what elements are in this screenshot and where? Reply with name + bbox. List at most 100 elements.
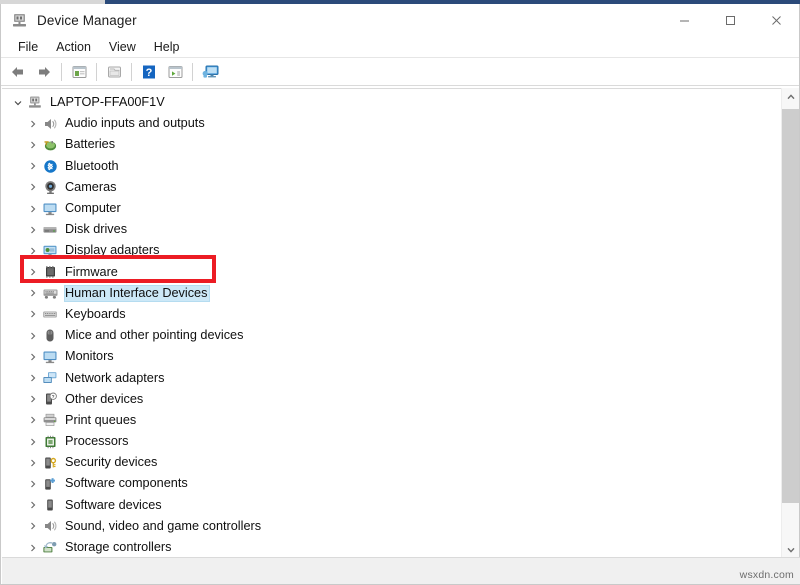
hid-icon: [41, 285, 59, 302]
tree-row-sound-video-and-game-controllers[interactable]: Sound, video and game controllers: [2, 516, 784, 537]
storage-controller-icon: [41, 539, 59, 556]
software-device-icon: [41, 497, 59, 514]
tree-item-label: Disk drives: [64, 221, 130, 238]
tree-row-disk-drives[interactable]: Disk drives: [2, 219, 784, 240]
scrollbar-thumb[interactable]: [782, 109, 799, 503]
toolbar-separator: [61, 63, 62, 81]
chevron-right-icon[interactable]: [25, 120, 41, 128]
show-hidden-devices-button[interactable]: [197, 60, 223, 84]
chevron-right-icon[interactable]: [25, 480, 41, 488]
chevron-right-icon[interactable]: [25, 544, 41, 552]
tree-row-network-adapters[interactable]: Network adapters: [2, 367, 784, 388]
tree-row-bluetooth[interactable]: Bluetooth: [2, 156, 784, 177]
battery-icon: [41, 136, 59, 153]
tree-row-display-adapters[interactable]: Display adapters: [2, 240, 784, 261]
tree-item-label: Processors: [64, 433, 131, 450]
firmware-icon: [41, 264, 59, 281]
tree-row-cameras[interactable]: Cameras: [2, 177, 784, 198]
chevron-right-icon[interactable]: [25, 247, 41, 255]
tree-row-other-devices[interactable]: ? Other devices: [2, 389, 784, 410]
chevron-right-icon[interactable]: [25, 226, 41, 234]
tree-item-label: Computer: [64, 200, 124, 217]
tree-row-computer[interactable]: Computer: [2, 198, 784, 219]
tree-row-software-components[interactable]: Software components: [2, 473, 784, 494]
chevron-right-icon[interactable]: [25, 395, 41, 403]
chevron-right-icon[interactable]: [25, 416, 41, 424]
toolbar-separator: [131, 63, 132, 81]
chevron-right-icon[interactable]: [25, 289, 41, 297]
tree-row-mice-and-other-pointing-devices[interactable]: Mice and other pointing devices: [2, 325, 784, 346]
menu-view[interactable]: View: [100, 38, 145, 56]
chevron-right-icon[interactable]: [25, 141, 41, 149]
menu-file[interactable]: File: [9, 38, 47, 56]
tree-row-firmware[interactable]: Firmware: [2, 262, 784, 283]
toolbar: ?: [1, 58, 799, 86]
menu-action[interactable]: Action: [47, 38, 100, 56]
chevron-right-icon[interactable]: [25, 310, 41, 318]
scroll-up-button[interactable]: [782, 88, 799, 105]
chevron-right-icon[interactable]: [25, 459, 41, 467]
tree-item-label: Other devices: [64, 391, 146, 408]
tree-row-keyboards[interactable]: Keyboards: [2, 304, 784, 325]
forward-button[interactable]: [31, 60, 57, 84]
tree-item-label: Software devices: [64, 497, 165, 514]
tree-row-software-devices[interactable]: Software devices: [2, 495, 784, 516]
watermark: wsxdn.com: [740, 569, 794, 581]
disk-drive-icon: [41, 221, 59, 238]
back-button[interactable]: [5, 60, 31, 84]
chevron-right-icon[interactable]: [25, 522, 41, 530]
software-component-icon: [41, 475, 59, 492]
bluetooth-icon: [41, 158, 59, 175]
window-controls: [661, 4, 799, 36]
chevron-right-icon[interactable]: [25, 353, 41, 361]
scrollbar-track[interactable]: [782, 105, 799, 541]
chevron-right-icon[interactable]: [25, 374, 41, 382]
arrow-right-icon: [35, 64, 53, 80]
vertical-scrollbar[interactable]: [781, 88, 798, 558]
maximize-button[interactable]: [707, 4, 753, 36]
menu-bar: File Action View Help: [1, 36, 799, 58]
chevron-right-icon[interactable]: [25, 501, 41, 509]
monitor-icon: [41, 200, 59, 217]
svg-text:?: ?: [146, 67, 153, 79]
update-driver-button[interactable]: [101, 60, 127, 84]
chevron-right-icon[interactable]: [25, 332, 41, 340]
chevron-right-icon[interactable]: [25, 162, 41, 170]
monitor-icon: [41, 348, 59, 365]
tree-item-label: Human Interface Devices: [64, 285, 210, 302]
properties-button[interactable]: [66, 60, 92, 84]
help-question-icon: ?: [141, 64, 157, 80]
menu-help[interactable]: Help: [145, 38, 189, 56]
chevron-down-icon[interactable]: [10, 99, 26, 107]
network-adapter-icon: [41, 370, 59, 387]
tree-row-monitors[interactable]: Monitors: [2, 346, 784, 367]
computer-root-icon: [26, 94, 44, 111]
toolbar-separator: [96, 63, 97, 81]
chevron-right-icon[interactable]: [25, 268, 41, 276]
tree-row-human-interface-devices[interactable]: Human Interface Devices: [2, 283, 784, 304]
chevron-right-icon[interactable]: [25, 205, 41, 213]
tree-row-batteries[interactable]: Batteries: [2, 134, 784, 155]
properties-icon: [71, 64, 88, 80]
device-tree-pane[interactable]: LAPTOP-FFA00F1V Audio inputs and o: [2, 88, 784, 558]
tree-item-label: Cameras: [64, 179, 119, 196]
tree-row-print-queues[interactable]: Print queues: [2, 410, 784, 431]
tree-row-root[interactable]: LAPTOP-FFA00F1V: [2, 92, 784, 113]
tree-row-audio-inputs-and-outputs[interactable]: Audio inputs and outputs: [2, 113, 784, 134]
close-button[interactable]: [753, 4, 799, 36]
tree-row-processors[interactable]: Processors: [2, 431, 784, 452]
tree-row-security-devices[interactable]: Security devices: [2, 452, 784, 473]
help-button[interactable]: ?: [136, 60, 162, 84]
scroll-down-button[interactable]: [782, 541, 799, 558]
camera-icon: [41, 179, 59, 196]
mouse-icon: [41, 327, 59, 344]
scan-hardware-button[interactable]: [162, 60, 188, 84]
chevron-right-icon[interactable]: [25, 438, 41, 446]
tree-item-label: Print queues: [64, 412, 139, 429]
minimize-button[interactable]: [661, 4, 707, 36]
status-bar: [2, 557, 800, 584]
chevron-right-icon[interactable]: [25, 183, 41, 191]
tree-item-label: Mice and other pointing devices: [64, 327, 246, 344]
tree-row-storage-controllers[interactable]: Storage controllers: [2, 537, 784, 558]
security-device-icon: [41, 454, 59, 471]
